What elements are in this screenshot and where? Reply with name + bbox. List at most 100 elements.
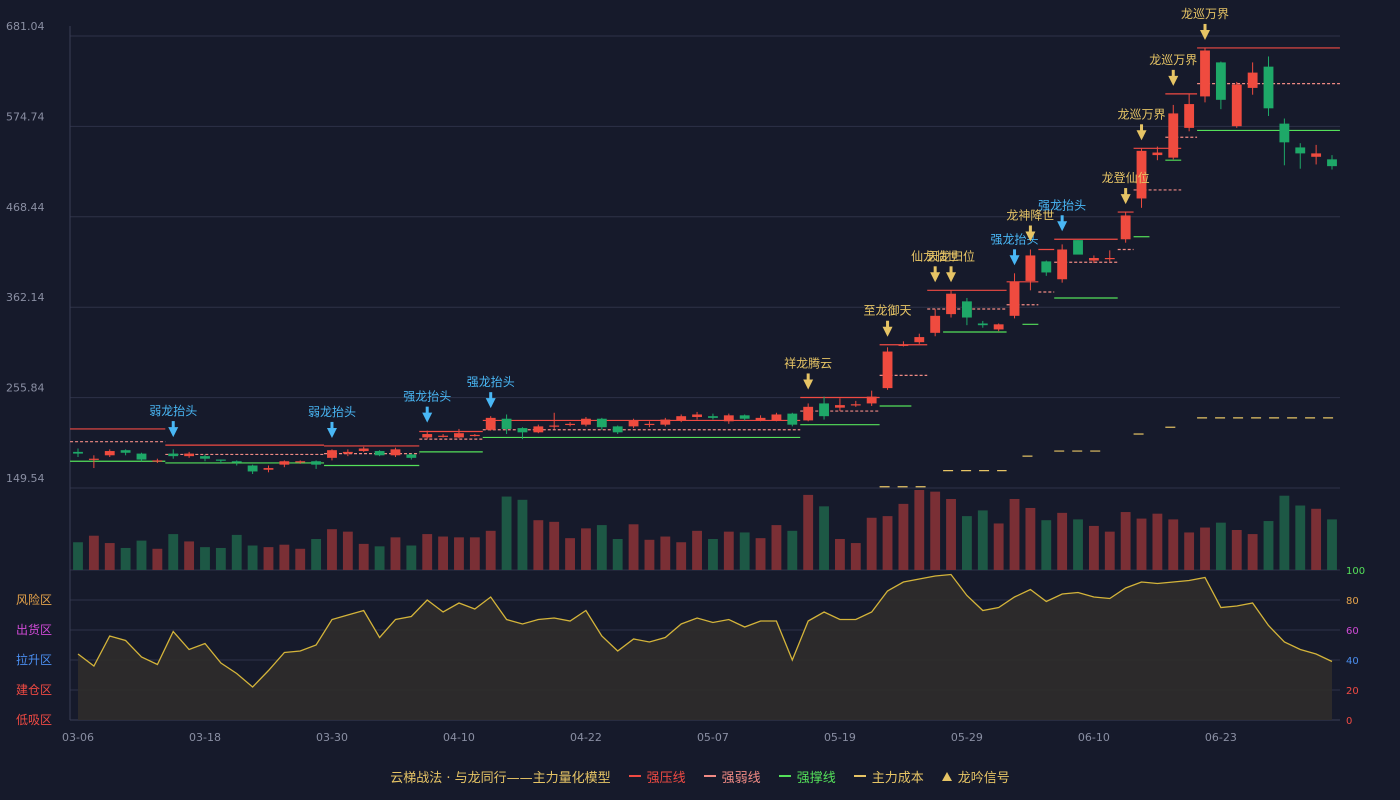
candle-body: [596, 418, 607, 428]
volume-bar: [1200, 527, 1210, 570]
resistance-swatch: [628, 775, 641, 777]
volume-bar: [295, 548, 306, 570]
date-tick-label: 03-30: [316, 731, 348, 744]
zone-label: 低吸区: [16, 713, 52, 727]
legend-item-signal[interactable]: 龙吟信号: [941, 767, 1010, 786]
volume-bar: [866, 517, 877, 570]
candle-body: [295, 461, 306, 463]
zone-label: 出货区: [16, 622, 52, 637]
signal-label: 弱龙抬头: [149, 404, 197, 418]
volume-bar: [1136, 518, 1147, 570]
candle-body: [787, 413, 798, 425]
candle-body: [422, 434, 433, 438]
candle-body: [882, 351, 893, 389]
candle-body: [358, 448, 369, 452]
volume-bar: [1041, 520, 1052, 570]
candle-body: [628, 420, 639, 427]
candle-body: [914, 337, 925, 343]
legend-item-weak[interactable]: 强弱线: [703, 767, 761, 786]
candle-body: [231, 461, 242, 463]
price-tick-label: 468.44: [6, 201, 45, 214]
signal-arrow-stem: [330, 421, 334, 429]
candle-body: [1215, 62, 1226, 100]
date-tick-label: 05-29: [951, 731, 983, 744]
volume-bar: [549, 521, 560, 570]
volume-bar: [1057, 512, 1068, 570]
candle-body: [311, 461, 322, 465]
volume-bar: [454, 537, 464, 570]
volume-bar: [596, 525, 607, 570]
candle-body: [565, 423, 575, 426]
candle-body: [819, 403, 829, 417]
volume-bar: [819, 506, 829, 570]
signal-arrow-icon: [326, 427, 337, 438]
volume-bar: [644, 539, 655, 570]
signal-label: 弱龙抬头: [308, 405, 356, 419]
candle-body: [1168, 113, 1179, 158]
candle-body: [1041, 261, 1052, 273]
volume-bar: [1025, 507, 1036, 570]
candle-body: [961, 301, 972, 318]
date-tick-label: 06-23: [1205, 731, 1237, 744]
volume-bar: [1009, 498, 1020, 570]
volume-bar: [993, 523, 1004, 570]
candle-body: [1152, 152, 1163, 156]
legend-label: 强压线: [646, 770, 686, 786]
signal-arrow-stem: [1013, 249, 1017, 257]
signal-arrow-stem: [1060, 215, 1064, 223]
candle-body: [136, 453, 147, 460]
date-tick-label: 03-06: [62, 731, 94, 744]
signal-triangle-icon: [941, 771, 952, 781]
volume-bar: [1231, 530, 1242, 570]
signal-arrow-icon: [882, 326, 893, 337]
volume-bar: [739, 532, 750, 570]
signal-arrow-stem: [171, 421, 175, 429]
volume-bar: [517, 499, 528, 570]
volume-bar: [485, 530, 496, 570]
candle-body: [1184, 104, 1195, 128]
price-tick-label: 149.54: [6, 472, 45, 485]
volume-bar: [1184, 532, 1195, 570]
candle-body: [1009, 281, 1020, 316]
volume-bar: [406, 545, 417, 570]
volume-bar: [438, 536, 449, 570]
signal-arrow-icon: [946, 272, 957, 283]
volume-bar: [1279, 495, 1290, 570]
volume-bar: [898, 503, 909, 570]
volume-bar: [1088, 525, 1099, 570]
candle-body: [279, 461, 290, 465]
volume-bar: [1311, 508, 1322, 570]
volume-bar: [723, 531, 734, 570]
signal-label: 龙巡万界: [1181, 7, 1229, 21]
candle-body: [723, 415, 734, 422]
legend-title: 云梯战法 · 与龙同行——主力量化模型: [390, 770, 611, 786]
volume-bar: [104, 543, 115, 570]
legend-item-resistance[interactable]: 强压线: [628, 767, 686, 786]
zone-label: 建仓区: [16, 683, 52, 697]
legend-label: 龙吟信号: [957, 770, 1010, 786]
price-tick-label: 255.84: [6, 382, 45, 395]
legend-item-cost[interactable]: 主力成本: [853, 767, 924, 786]
candle-body: [438, 435, 449, 437]
signal-arrow-stem: [1140, 124, 1144, 132]
candle-body: [215, 459, 226, 461]
volume-bar: [263, 547, 274, 570]
candle-body: [120, 450, 131, 453]
volume-bar: [1073, 519, 1083, 570]
candle-body: [342, 451, 353, 454]
candle-body: [469, 434, 480, 437]
volume-bar: [327, 529, 337, 570]
volume-bar: [708, 538, 718, 570]
candle-body: [1073, 240, 1083, 255]
signal-label: 强龙抬头: [403, 390, 451, 404]
volume-bar: [771, 525, 782, 570]
volume-bar: [533, 520, 544, 570]
zone-label: 拉升区: [16, 652, 52, 667]
candle-body: [454, 433, 464, 438]
date-tick-label: 04-22: [570, 731, 602, 744]
indicator-tick-label: 20: [1346, 686, 1359, 697]
candle-body: [1279, 123, 1290, 143]
volume-bar: [88, 535, 99, 570]
legend-item-support[interactable]: 强撑线: [778, 767, 836, 786]
volume-bar: [342, 531, 353, 570]
